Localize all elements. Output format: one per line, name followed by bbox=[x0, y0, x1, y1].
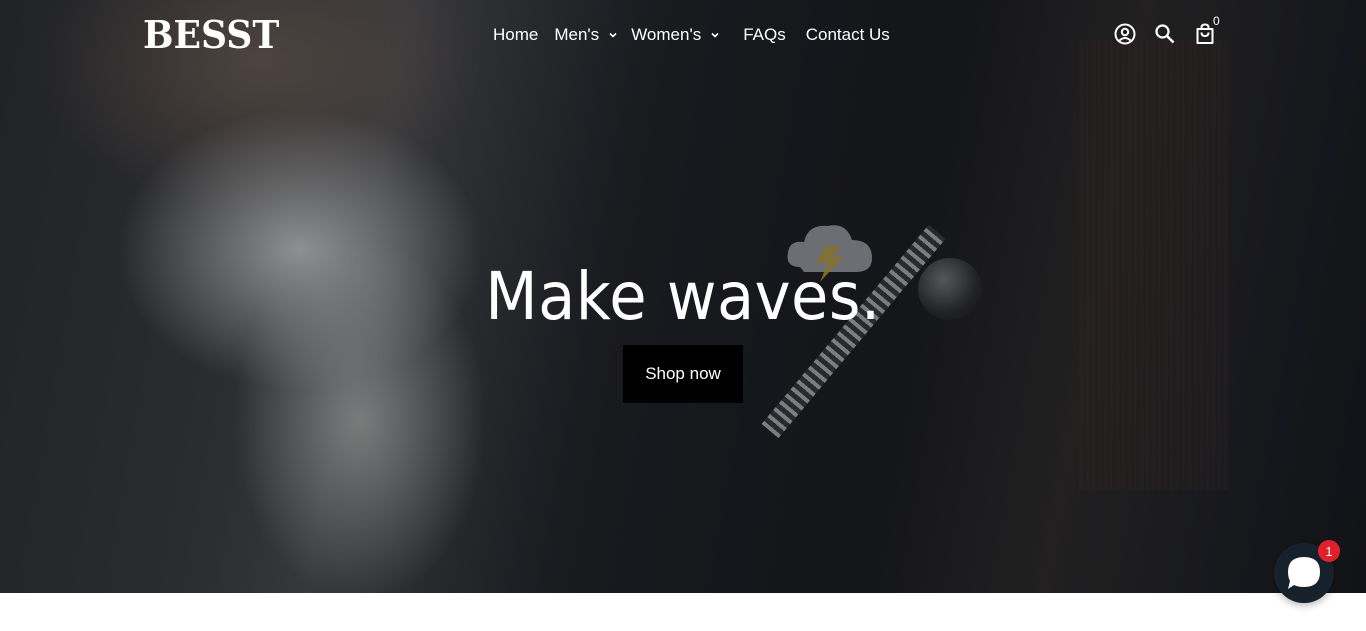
nav-mens[interactable]: Men's bbox=[554, 25, 619, 45]
account-icon bbox=[1114, 23, 1136, 45]
nav-womens-label: Women's bbox=[631, 25, 702, 44]
account-button[interactable] bbox=[1111, 20, 1139, 48]
nav-womens[interactable]: Women's bbox=[631, 25, 721, 45]
nav-contact-us[interactable]: Contact Us bbox=[806, 25, 890, 45]
nav-home[interactable]: Home bbox=[493, 25, 538, 45]
chat-icon bbox=[1288, 557, 1320, 589]
shop-now-button[interactable]: Shop now bbox=[623, 345, 743, 403]
cart-count-badge: 0 bbox=[1213, 14, 1220, 28]
search-button[interactable] bbox=[1151, 20, 1179, 48]
hero-title: Make waves. bbox=[485, 258, 881, 335]
chevron-down-icon bbox=[609, 32, 617, 38]
chat-notification-badge: 1 bbox=[1318, 540, 1340, 562]
search-icon bbox=[1155, 24, 1175, 44]
chevron-down-icon bbox=[711, 32, 719, 38]
main-nav: Home Men's Women's FAQs Contact Us bbox=[493, 22, 890, 48]
site-header: BESST Home Men's Women's FAQs Contact Us bbox=[0, 0, 1366, 70]
nav-faqs[interactable]: FAQs bbox=[743, 25, 786, 45]
hero-banner: Make waves. Shop now bbox=[0, 0, 1366, 593]
nav-mens-label: Men's bbox=[554, 25, 600, 44]
site-logo[interactable]: BESST bbox=[143, 12, 279, 57]
